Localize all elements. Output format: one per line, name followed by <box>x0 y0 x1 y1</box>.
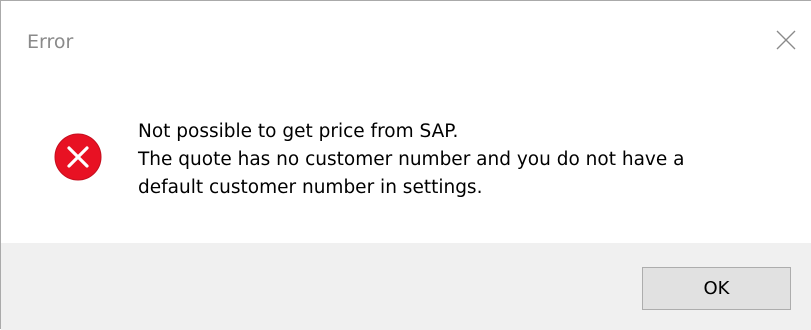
error-message: Not possible to get price from SAP. The … <box>138 118 788 202</box>
message-line: Not possible to get price from SAP. <box>138 121 459 142</box>
ok-button[interactable]: OK <box>642 267 791 310</box>
message-line: default customer number in settings. <box>138 177 483 198</box>
error-dialog: Error Not possible to get price from SAP… <box>0 0 811 330</box>
error-icon <box>54 133 102 181</box>
message-line: The quote has no customer number and you… <box>138 149 685 170</box>
dialog-content: Not possible to get price from SAP. The … <box>1 81 811 243</box>
title-bar: Error <box>1 1 811 81</box>
button-bar: OK <box>1 243 811 330</box>
close-icon <box>776 30 796 50</box>
dialog-title: Error <box>27 31 74 53</box>
close-button[interactable] <box>763 17 809 63</box>
